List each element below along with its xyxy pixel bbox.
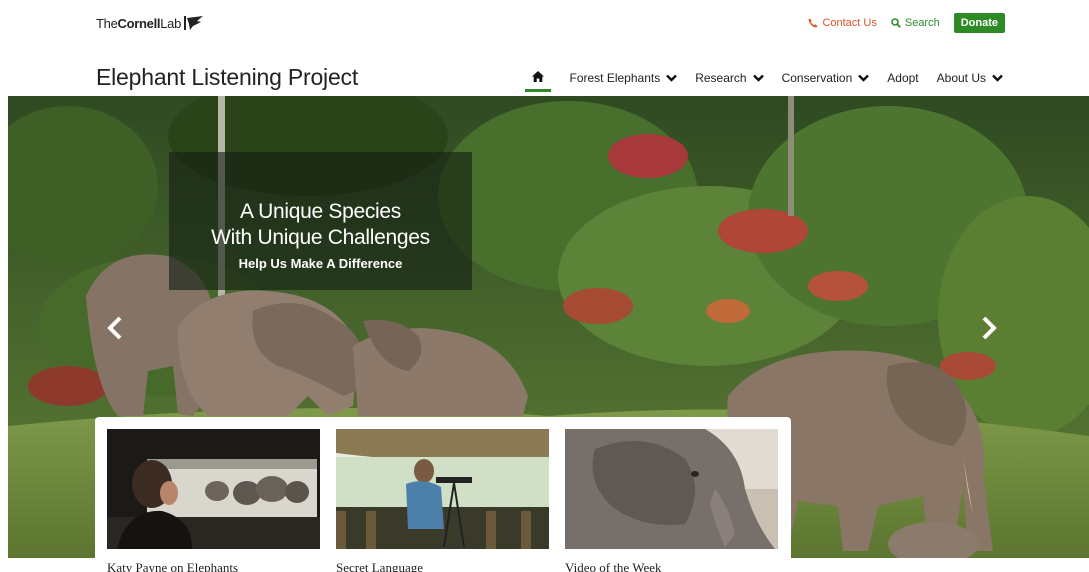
site-title[interactable]: Elephant Listening Project xyxy=(96,64,358,91)
cornell-lab-logo[interactable]: TheCornellLab xyxy=(96,13,205,33)
nav-about-us[interactable]: About Us xyxy=(937,66,1003,90)
chevron-left-icon xyxy=(107,316,122,340)
carousel-next-button[interactable] xyxy=(978,314,1000,342)
card-title: Katy Payne on Elephants xyxy=(107,560,239,572)
hero-subtitle: Help Us Make A Difference xyxy=(238,256,403,271)
card-video-of-week[interactable]: Video of the Week xyxy=(565,429,778,572)
hero-title: A Unique Species With Unique Challenges xyxy=(211,200,430,249)
hero-caption[interactable]: A Unique Species With Unique Challenges … xyxy=(169,152,472,290)
main-nav: Forest Elephants Research Conservation A… xyxy=(525,64,1003,92)
search-link[interactable]: Search xyxy=(891,17,940,29)
donate-button[interactable]: Donate xyxy=(953,13,1005,33)
home-icon xyxy=(532,71,545,82)
card-title: Secret Language xyxy=(336,560,423,572)
chevron-down-icon xyxy=(666,74,678,82)
chevron-down-icon xyxy=(858,74,870,82)
chevron-down-icon xyxy=(752,74,764,82)
card-title: Video of the Week xyxy=(565,560,662,572)
utility-links: Contact Us Search Donate xyxy=(808,13,1005,33)
card-image xyxy=(107,429,320,549)
nav-forest-elephants[interactable]: Forest Elephants xyxy=(569,66,678,90)
chevron-right-icon xyxy=(982,316,997,340)
card-image xyxy=(565,429,778,549)
nav-conservation[interactable]: Conservation xyxy=(782,66,870,90)
contact-us-link[interactable]: Contact Us xyxy=(808,17,877,29)
card-katy-payne[interactable]: Katy Payne on Elephants xyxy=(107,429,320,572)
phone-icon xyxy=(808,18,818,28)
chevron-down-icon xyxy=(992,74,1003,82)
bird-icon xyxy=(184,16,203,30)
nav-home[interactable] xyxy=(525,64,552,92)
nav-research[interactable]: Research xyxy=(695,66,764,90)
logo-text: TheCornellLab xyxy=(96,15,181,31)
card-image xyxy=(336,429,549,549)
nav-adopt[interactable]: Adopt xyxy=(887,66,918,90)
card-secret-language[interactable]: Secret Language xyxy=(336,429,549,572)
feature-cards: Katy Payne on Elephants Secret Language xyxy=(95,417,791,572)
search-icon xyxy=(891,18,901,28)
carousel-prev-button[interactable] xyxy=(104,314,126,342)
